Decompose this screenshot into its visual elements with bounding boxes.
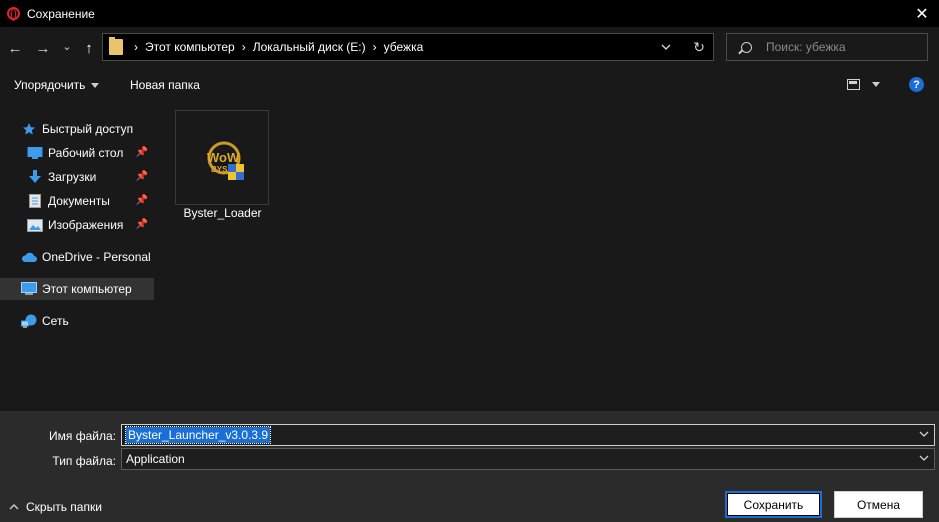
sidebar-item-label: Этот компьютер xyxy=(42,282,132,296)
pin-icon[interactable]: 📌 xyxy=(136,219,148,230)
search-placeholder: Поиск: убежка xyxy=(766,40,846,54)
byster-app-icon: WoW BYS xyxy=(207,141,244,180)
change-view-icon[interactable] xyxy=(847,79,860,90)
breadcrumb-current-folder[interactable]: убежка xyxy=(384,40,424,54)
window-title: Сохранение xyxy=(27,6,95,21)
sidebar-item-label: Изображения xyxy=(48,218,124,232)
computer-icon xyxy=(21,282,37,296)
sidebar-item-label: OneDrive - Personal xyxy=(42,250,151,264)
address-bar[interactable]: › Этот компьютер › Локальный диск (E:) ›… xyxy=(102,33,714,61)
breadcrumb-local-disk[interactable]: Локальный диск (E:) xyxy=(253,40,366,54)
organize-menu-button[interactable]: Упорядочить xyxy=(14,78,100,92)
pin-icon[interactable]: 📌 xyxy=(136,171,148,182)
forward-arrow-icon[interactable]: → xyxy=(34,37,52,59)
refresh-icon[interactable]: ↻ xyxy=(693,39,705,56)
desktop-icon xyxy=(27,146,43,160)
chevron-right-icon[interactable]: › xyxy=(242,40,246,54)
breadcrumb-this-pc[interactable]: Этот компьютер xyxy=(145,40,235,54)
file-item-byster-loader[interactable]: WoW BYS xyxy=(175,110,269,205)
sidebar-item-label: Документы xyxy=(48,194,110,208)
search-input[interactable]: Поиск: убежка xyxy=(726,33,928,61)
sidebar-item-documents[interactable]: Документы 📌 xyxy=(0,190,154,212)
sidebar-item-downloads[interactable]: Загрузки 📌 xyxy=(0,166,154,188)
search-icon xyxy=(741,41,752,53)
pin-icon[interactable]: 📌 xyxy=(136,195,148,206)
up-folder-arrow-icon[interactable]: ↑ xyxy=(80,37,98,59)
sidebar-item-label: Загрузки xyxy=(48,170,97,184)
svg-text:BYS: BYS xyxy=(211,165,228,174)
filename-value[interactable]: Byster_Launcher_v3.0.3.9 xyxy=(124,426,272,444)
filename-dropdown-chevron-icon[interactable] xyxy=(919,429,929,439)
folder-icon xyxy=(109,37,123,55)
sidebar-item-pictures[interactable]: Изображения 📌 xyxy=(0,214,154,236)
view-options-caret-icon[interactable] xyxy=(872,82,880,87)
filename-field[interactable]: Byster_Launcher_v3.0.3.9 xyxy=(121,424,935,446)
command-bar: Упорядочить Новая папка xyxy=(0,69,939,101)
pictures-icon xyxy=(27,218,43,232)
sidebar-item-network[interactable]: Сеть xyxy=(0,310,154,332)
caret-down-icon xyxy=(91,82,100,88)
file-name-label[interactable]: Byster_Loader xyxy=(155,206,290,220)
sidebar-item-label: Сеть xyxy=(42,314,69,328)
close-button[interactable]: ✕ xyxy=(905,0,939,27)
onedrive-cloud-icon xyxy=(21,250,37,264)
new-folder-button[interactable]: Новая папка xyxy=(130,78,200,92)
documents-icon xyxy=(27,194,43,208)
address-dropdown-chevron-icon[interactable] xyxy=(659,40,673,54)
recent-locations-chevron-icon[interactable]: ⌄ xyxy=(60,35,74,57)
save-button[interactable]: Сохранить xyxy=(725,491,822,518)
pin-icon[interactable]: 📌 xyxy=(136,147,148,158)
organize-label: Упорядочить xyxy=(14,78,86,92)
star-icon xyxy=(21,122,37,136)
filetype-label: Тип файла: xyxy=(52,454,116,468)
help-icon[interactable]: ? xyxy=(909,77,924,92)
sidebar-item-label: Рабочий стол xyxy=(48,146,124,160)
file-list-pane[interactable]: WoW BYS xyxy=(155,101,939,411)
hide-folders-button[interactable]: Скрыть папки xyxy=(9,500,102,514)
filetype-select[interactable]: Application xyxy=(121,448,935,470)
sidebar-item-quick-access[interactable]: Быстрый доступ xyxy=(0,118,154,140)
downloads-icon xyxy=(27,170,43,184)
sidebar-item-this-pc[interactable]: Этот компьютер xyxy=(0,278,154,300)
cancel-button[interactable]: Отмена xyxy=(834,491,923,518)
filetype-value: Application xyxy=(126,452,185,466)
sidebar-item-onedrive[interactable]: OneDrive - Personal xyxy=(0,246,154,268)
chevron-right-icon[interactable]: › xyxy=(373,40,377,54)
filename-label: Имя файла: xyxy=(49,429,116,443)
title-bar: Сохранение ✕ xyxy=(0,0,939,27)
hide-folders-label: Скрыть папки xyxy=(26,500,102,514)
filetype-dropdown-chevron-icon[interactable] xyxy=(919,453,929,463)
opera-app-icon xyxy=(7,7,20,21)
sidebar-item-label: Быстрый доступ xyxy=(42,122,134,136)
network-icon xyxy=(21,314,37,328)
back-arrow-icon[interactable]: ← xyxy=(6,37,24,59)
sidebar-item-desktop[interactable]: Рабочий стол 📌 xyxy=(0,142,154,164)
svg-text:WoW: WoW xyxy=(207,150,240,165)
navigation-pane: Быстрый доступ Рабочий стол 📌 Загрузки 📌… xyxy=(0,101,154,411)
chevron-up-icon xyxy=(9,504,19,510)
chevron-right-icon[interactable]: › xyxy=(134,40,138,54)
